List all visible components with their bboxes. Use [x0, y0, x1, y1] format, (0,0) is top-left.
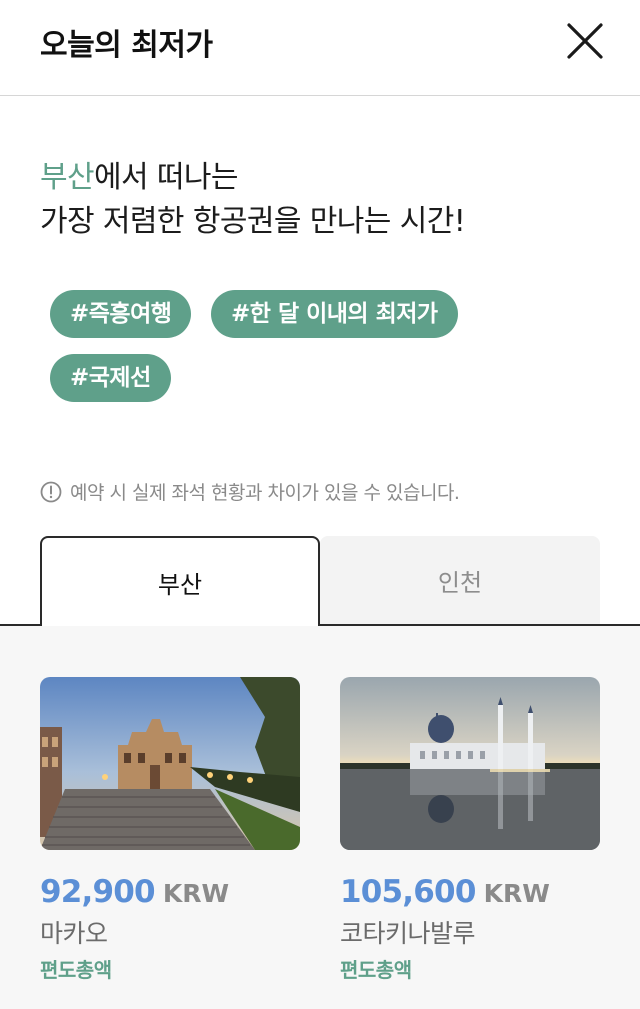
deal-card[interactable]: 92,900 KRW 마카오 편도총액 — [40, 677, 300, 983]
header: 오늘의 최저가 — [0, 0, 640, 96]
tab-label: 인천 — [437, 568, 483, 597]
notice-text: 예약 시 실제 좌석 현황과 차이가 있을 수 있습니다. — [70, 482, 460, 504]
close-icon — [567, 23, 603, 59]
kota-kinabalu-mosque-photo — [340, 677, 600, 850]
tab-label: 부산 — [157, 570, 203, 599]
destination-city: 마카오 — [40, 919, 108, 948]
tag-chip[interactable]: #국제선 — [50, 354, 171, 402]
headline-line1: 에서 떠나는 — [94, 160, 239, 195]
page-title: 오늘의 최저가 — [40, 28, 213, 63]
tab-incheon[interactable]: 인천 — [320, 536, 600, 624]
price: 105,600 — [340, 874, 476, 910]
close-button[interactable] — [562, 18, 608, 64]
trip-type: 편도총액 — [340, 958, 412, 982]
deal-card[interactable]: 105,600 KRW 코타키나발루 편도총액 — [340, 677, 600, 983]
price-row: 105,600 KRW — [340, 874, 600, 910]
currency: KRW — [162, 879, 230, 908]
price: 92,900 — [40, 874, 156, 910]
headline-line2: 가장 저렴한 항공권을 만나는 시간! — [40, 204, 466, 239]
tab-busan[interactable]: 부산 — [40, 536, 320, 626]
destination-city: 코타키나발루 — [340, 919, 476, 948]
origin-city: 부산 — [40, 160, 95, 195]
price-row: 92,900 KRW — [40, 874, 300, 910]
headline: 부산에서 떠나는 가장 저렴한 항공권을 만나는 시간! — [40, 156, 466, 244]
info-icon — [40, 481, 62, 502]
trip-type: 편도총액 — [40, 958, 112, 982]
tag-chip[interactable]: #즉흥여행 — [50, 290, 192, 338]
currency: KRW — [483, 879, 550, 908]
notice: 예약 시 실제 좌석 현황과 차이가 있을 수 있습니다. — [40, 478, 460, 505]
tag-chip[interactable]: #한 달 이내의 최저가 — [211, 290, 458, 338]
macau-ruins-photo — [40, 677, 300, 850]
